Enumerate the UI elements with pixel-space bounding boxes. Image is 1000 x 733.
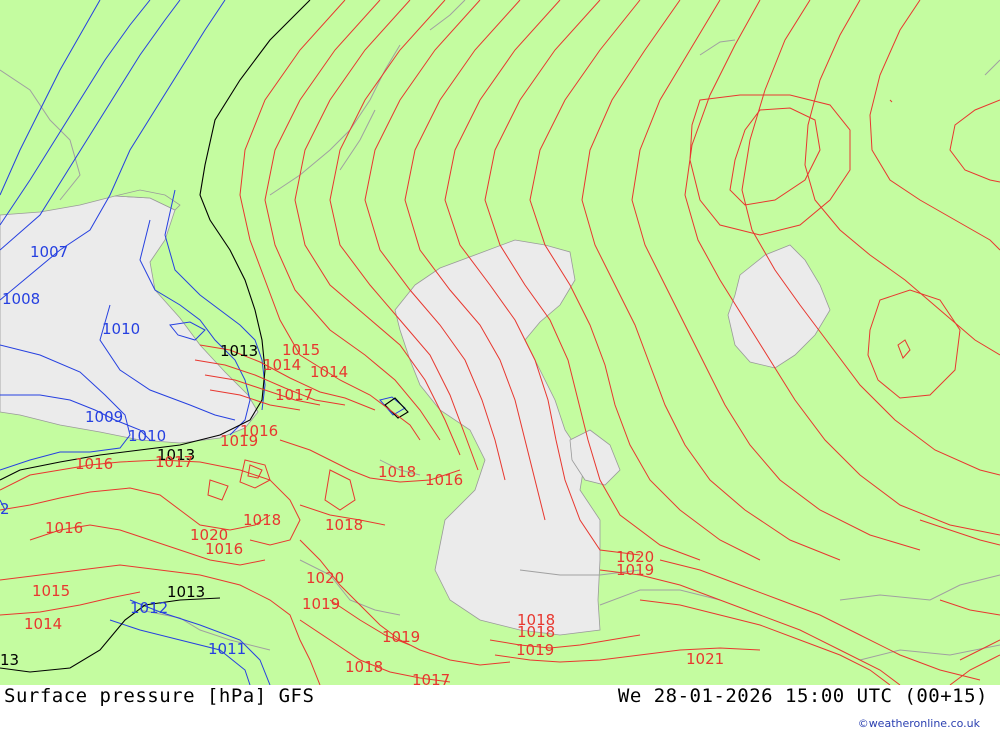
- isobar-label: 1009: [85, 408, 123, 426]
- isobar-label: 1018: [345, 658, 383, 676]
- map-frame: 1007 1008 1010 1009 1010 1012 1011 1013 1013 1013…: [0, 0, 1000, 733]
- isobar-label: 1013: [167, 583, 205, 601]
- isobar-label: 1015: [32, 582, 70, 600]
- isobar-label: 1018: [517, 623, 555, 641]
- isobar-label: 1017: [275, 386, 313, 404]
- isobar-label: 1020: [306, 569, 344, 587]
- isobar-label: 1007: [30, 243, 68, 261]
- isobar-label: 1016: [425, 471, 463, 489]
- isobar-label: 1019: [616, 561, 654, 579]
- isobar-label: 1016: [75, 455, 113, 473]
- credit-link[interactable]: ©weatheronline.co.uk: [858, 717, 980, 730]
- isobar-label: 1016: [45, 519, 83, 537]
- pressure-map[interactable]: 1007100810101009101010121011101310131013…: [0, 0, 1000, 685]
- isobar-label: 2: [0, 500, 10, 518]
- isobar-label: 1011: [208, 640, 246, 658]
- isobar-label: 1013: [220, 342, 258, 360]
- isobar-label: 1010: [128, 427, 166, 445]
- isobar-label: 1019: [220, 432, 258, 450]
- isobar-label: 1014: [24, 615, 62, 633]
- isobar-label: 1010: [102, 320, 140, 338]
- isobar-label: 1019: [302, 595, 340, 613]
- isobar-label: 1014: [263, 356, 301, 374]
- isobar-label: 1016: [205, 540, 243, 558]
- isobar-label: 1018: [378, 463, 416, 481]
- isobar-label: 1012: [130, 599, 168, 617]
- isobar-label: 13: [0, 651, 19, 669]
- isobar-label: 1019: [382, 628, 420, 646]
- isobar-label: 1021: [686, 650, 724, 668]
- isobar-label: 1017: [412, 671, 450, 685]
- isobar-label: 1014: [310, 363, 348, 381]
- isobar-label: 1019: [516, 641, 554, 659]
- isobar-label: 1017: [155, 453, 193, 471]
- footer-bar: Surface pressure [hPa] GFS We 28-01-2026…: [0, 685, 1000, 733]
- isobar-label: 1018: [243, 511, 281, 529]
- valid-time: We 28-01-2026 15:00 UTC (00+15): [617, 685, 988, 707]
- isobar-label: 1018: [325, 516, 363, 534]
- isobar-label: 1008: [2, 290, 40, 308]
- map-title: Surface pressure [hPa] GFS: [4, 685, 315, 707]
